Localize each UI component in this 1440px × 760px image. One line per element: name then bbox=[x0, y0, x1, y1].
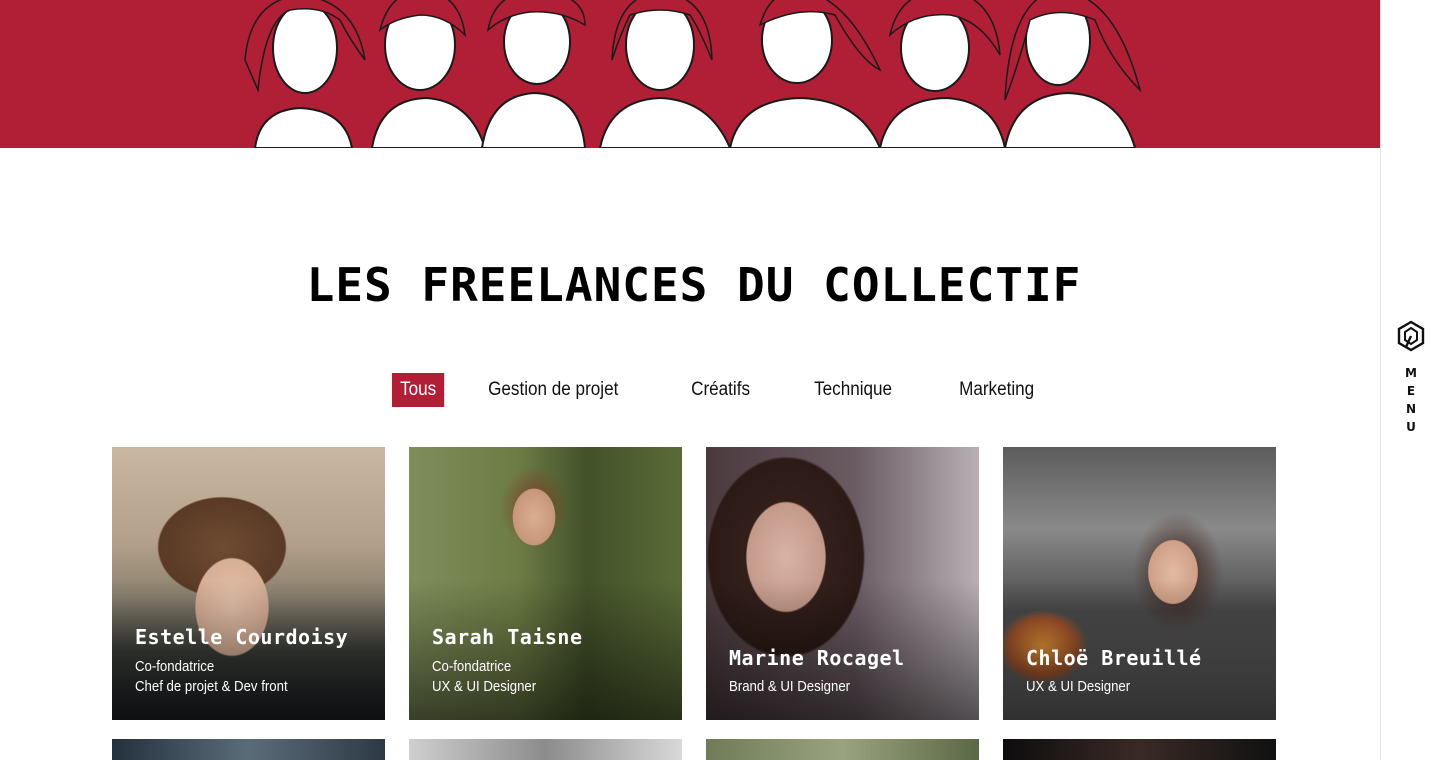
member-role: UX & UI Designer bbox=[1026, 678, 1131, 695]
member-card-partial[interactable] bbox=[409, 739, 682, 760]
filter-tab-technique[interactable]: Technique bbox=[806, 373, 900, 407]
member-card[interactable]: Sarah Taisne Co-fondatrice UX & UI Desig… bbox=[409, 447, 682, 720]
filter-tab-tous[interactable]: Tous bbox=[392, 373, 445, 407]
member-card[interactable]: Estelle Courdoisy Co-fondatrice Chef de … bbox=[112, 447, 385, 720]
filter-tab-gestion-de-projet[interactable]: Gestion de projet bbox=[480, 373, 626, 407]
member-card[interactable]: Chloë Breuillé UX & UI Designer bbox=[1003, 447, 1276, 720]
member-name: Chloë Breuillé bbox=[1026, 646, 1202, 670]
hero-illustration bbox=[244, 0, 1142, 148]
member-role: Chef de projet & Dev front bbox=[135, 678, 288, 695]
filter-tabs: Tous Gestion de projet Créatifs Techniqu… bbox=[392, 372, 1092, 408]
member-role: Brand & UI Designer bbox=[729, 678, 851, 695]
member-name: Estelle Courdoisy bbox=[135, 625, 349, 649]
menu-letter: M bbox=[1405, 366, 1417, 380]
menu-letter: N bbox=[1405, 402, 1417, 416]
photo-overlay bbox=[409, 580, 682, 720]
side-menu: M E N U bbox=[1380, 0, 1440, 760]
hexagon-logo-icon[interactable] bbox=[1397, 320, 1425, 352]
photo-overlay bbox=[112, 580, 385, 720]
member-role: Co-fondatrice bbox=[432, 658, 512, 675]
filter-tab-creatifs[interactable]: Créatifs bbox=[683, 373, 758, 407]
page-title: LES FREELANCES DU COLLECTIF bbox=[306, 258, 1082, 312]
member-card-partial[interactable] bbox=[112, 739, 385, 760]
member-card[interactable]: Marine Rocagel Brand & UI Designer bbox=[706, 447, 979, 720]
member-card-partial[interactable] bbox=[1003, 739, 1276, 760]
menu-letter: U bbox=[1406, 420, 1416, 434]
hero-banner bbox=[0, 0, 1380, 148]
member-card-partial[interactable] bbox=[706, 739, 979, 760]
member-name: Sarah Taisne bbox=[432, 625, 583, 649]
menu-button[interactable]: M E N U bbox=[1403, 364, 1419, 436]
filter-tab-marketing[interactable]: Marketing bbox=[951, 373, 1042, 407]
menu-letter: E bbox=[1406, 384, 1416, 398]
member-name: Marine Rocagel bbox=[729, 646, 905, 670]
member-role: UX & UI Designer bbox=[432, 678, 537, 695]
member-role: Co-fondatrice bbox=[135, 658, 215, 675]
